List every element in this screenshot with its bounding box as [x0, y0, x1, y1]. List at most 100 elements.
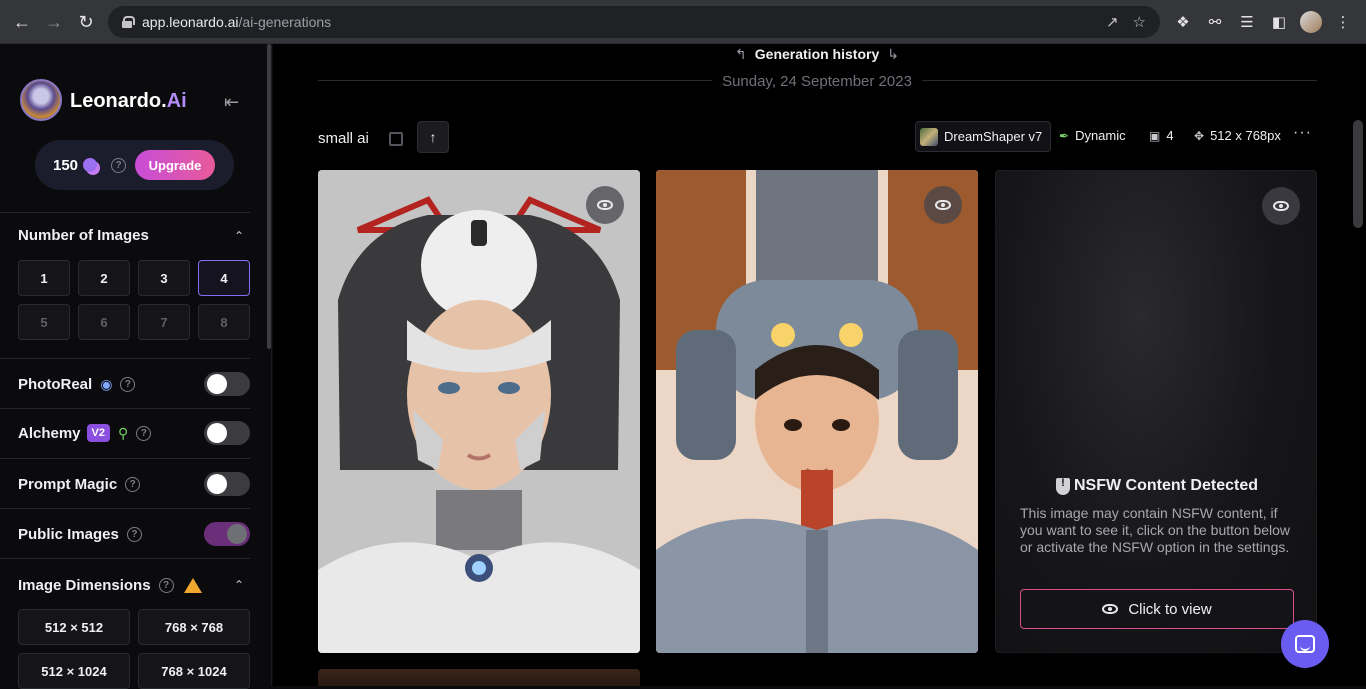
share-icon[interactable]: ↗ [1106, 13, 1119, 31]
divider [0, 508, 250, 509]
divider [0, 558, 250, 559]
brand-name: Leonardo.Ai [70, 90, 187, 113]
image-count-meta: ▣ 4 [1149, 128, 1174, 143]
robot-portrait-1 [318, 170, 640, 653]
side-panel-icon[interactable]: ◧ [1268, 11, 1290, 33]
lock-icon [122, 16, 135, 28]
alchemy-toggle[interactable] [204, 421, 250, 445]
style-name: Dynamic [1075, 128, 1126, 143]
photoreal-toggle[interactable] [204, 372, 250, 396]
leonardo-logo[interactable] [20, 79, 62, 121]
number-of-images-grid: 1 2 3 4 5 6 7 8 [18, 260, 250, 340]
photoreal-label: PhotoReal [18, 375, 93, 393]
upgrade-button[interactable]: Upgrade [135, 150, 216, 180]
model-badge: DreamShaper v7 [915, 121, 1052, 152]
address-bar[interactable]: app.leonardo.ai/ai-generations ↗ ☆ [108, 6, 1160, 38]
eye-icon [1102, 604, 1119, 614]
generated-image-2[interactable] [656, 170, 978, 653]
prompt-magic-row: Prompt Magic ? [18, 469, 250, 499]
flask-icon: ⚲ [118, 424, 129, 441]
main-content: ↰ Generation history ↳ Sunday, 24 Septembe… [273, 44, 1366, 686]
prompt-magic-label: Prompt Magic [18, 475, 118, 493]
number-of-images-title: Number of Images [18, 227, 149, 244]
dimension-768x1024[interactable]: 768 × 1024 [138, 653, 250, 689]
eye-icon [1273, 201, 1289, 211]
alchemy-row: Alchemy V2 ⚲ ? [18, 418, 250, 448]
help-icon[interactable]: ? [136, 425, 152, 441]
support-chat-button[interactable] [1281, 620, 1329, 668]
prompt-magic-toggle[interactable] [204, 472, 250, 496]
browser-menu-icon[interactable]: ⋮ [1332, 11, 1354, 33]
sidebar-scrollbar[interactable] [267, 44, 271, 349]
main-scrollbar[interactable] [1353, 120, 1363, 228]
dimension-512x512[interactable]: 512 × 512 [18, 609, 130, 645]
generation-history-title: Generation history [754, 46, 880, 62]
credits-box: 150 ? Upgrade [35, 140, 234, 190]
robot-portrait-2 [656, 170, 978, 653]
click-to-view-button[interactable]: Click to view [1020, 589, 1294, 629]
bookmark-star-icon[interactable]: ☆ [1133, 13, 1146, 31]
extensions-puzzle-icon[interactable]: ❖ [1172, 11, 1194, 33]
nsfw-title: NSFW Content Detected [996, 477, 1316, 495]
chevron-up-icon[interactable]: ⌃ [234, 229, 244, 243]
forward-icon[interactable]: → [43, 11, 65, 33]
move-icon: ✥ [1194, 128, 1205, 143]
num-images-1[interactable]: 1 [18, 260, 70, 296]
upload-arrow-button[interactable]: ↑ [417, 121, 449, 153]
num-images-5[interactable]: 5 [18, 304, 70, 340]
warning-icon [183, 577, 202, 593]
dimension-512x1024[interactable]: 512 × 1024 [18, 653, 130, 689]
resolution: 512 x 768px [1210, 128, 1281, 143]
profile-avatar[interactable] [1300, 11, 1322, 33]
generated-image-1[interactable] [318, 170, 640, 653]
help-icon[interactable]: ? [158, 577, 174, 593]
help-icon[interactable]: ? [125, 476, 141, 492]
image-dimensions-title: Image Dimensions [18, 576, 151, 594]
chat-icon [1295, 635, 1315, 653]
resolution-meta: ✥ 512 x 768px [1194, 128, 1281, 143]
more-options-icon[interactable]: ··· [1293, 124, 1312, 142]
num-images-6[interactable]: 6 [78, 304, 130, 340]
view-image-button[interactable] [1262, 187, 1300, 225]
credits-count: 150 [53, 156, 79, 174]
divider [0, 458, 250, 459]
reload-icon[interactable]: ↻ [75, 11, 97, 33]
help-icon[interactable]: ? [126, 526, 142, 542]
media-controls-icon[interactable]: ☰ [1236, 11, 1258, 33]
image-count: 4 [1166, 128, 1174, 143]
num-images-3[interactable]: 3 [138, 260, 190, 296]
extension-icon[interactable]: ⚯ [1204, 11, 1226, 33]
num-images-2[interactable]: 2 [78, 260, 130, 296]
brush-icon: ✒ [1059, 128, 1070, 143]
model-name: DreamShaper v7 [944, 129, 1043, 144]
url-domain: app.leonardo.ai [142, 14, 239, 30]
num-images-7[interactable]: 7 [138, 304, 190, 340]
sidebar: Leonardo.Ai ⇤ 150 ? Upgrade Number of Im… [0, 44, 272, 689]
view-image-button[interactable] [586, 186, 624, 224]
style-meta: ✒ Dynamic [1059, 128, 1126, 143]
url-path: /ai-generations [238, 14, 332, 30]
generation-history-header: ↰ Generation history ↳ [273, 46, 1361, 63]
nsfw-image-card[interactable]: NSFW Content Detected This image may con… [995, 170, 1317, 653]
alchemy-label: Alchemy [18, 424, 81, 442]
public-images-toggle[interactable] [204, 522, 250, 546]
divider [0, 358, 250, 359]
photoreal-row: PhotoReal ◉ ? [18, 369, 250, 399]
view-image-button[interactable] [924, 186, 962, 224]
dimension-768x768[interactable]: 768 × 768 [138, 609, 250, 645]
generated-image-next[interactable] [318, 669, 640, 686]
camera-icon: ◉ [100, 375, 113, 392]
back-icon[interactable]: ← [11, 11, 33, 33]
image-dimensions-grid: 512 × 512 768 × 768 512 × 1024 768 × 102… [18, 609, 250, 689]
eye-icon [597, 200, 613, 210]
image-dimensions-row: Image Dimensions ? [18, 570, 250, 600]
num-images-8[interactable]: 8 [198, 304, 250, 340]
copy-icon[interactable] [389, 132, 403, 146]
chevron-up-icon[interactable]: ⌃ [234, 578, 244, 592]
help-icon[interactable]: ? [120, 376, 136, 392]
date-label-wrap: Sunday, 24 September 2023 [273, 73, 1361, 90]
brand-name-ai: Ai [166, 90, 187, 112]
collapse-sidebar-icon[interactable]: ⇤ [224, 92, 239, 113]
num-images-4[interactable]: 4 [198, 260, 250, 296]
help-icon[interactable]: ? [111, 157, 127, 173]
